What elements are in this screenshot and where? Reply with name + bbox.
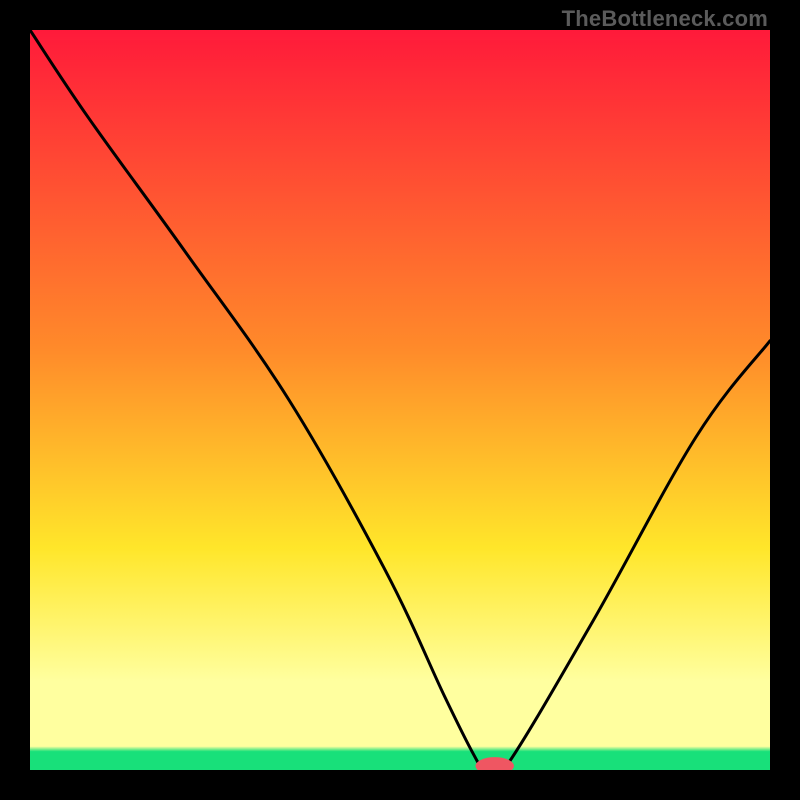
watermark-label: TheBottleneck.com — [562, 6, 768, 32]
gradient-background — [30, 30, 770, 770]
bottleneck-chart — [30, 30, 770, 770]
